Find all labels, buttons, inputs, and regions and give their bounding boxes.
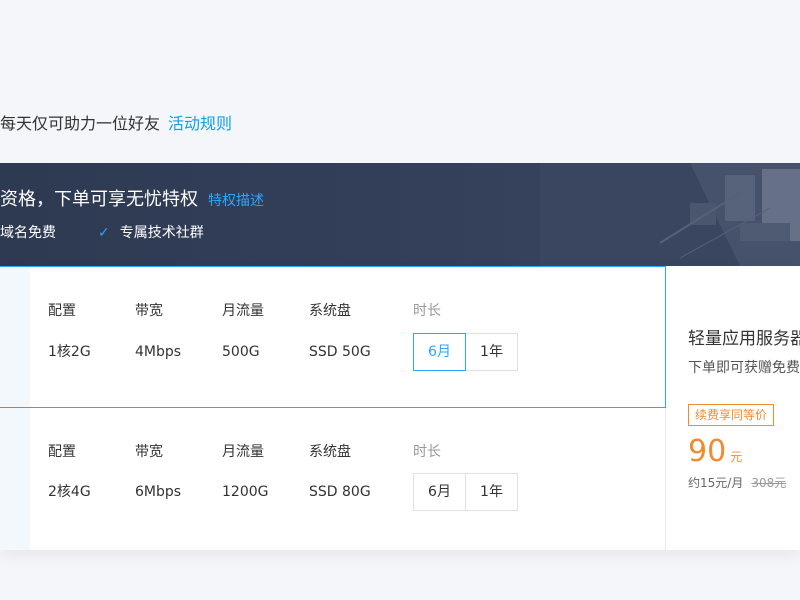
monthly-value: 约15元/月 [688,476,744,490]
bandwidth-value: 6Mbps [135,484,182,500]
disk-value: SSD 80G [309,484,371,500]
col-traffic: 月流量 [222,303,264,319]
price-unit: 元 [730,450,743,464]
banner-title: 资格，下单可享无忧特权 特权描述 [0,189,264,210]
original-price: 308元 [751,476,787,490]
col-config: 配置 [48,444,76,460]
col-duration: 时长 [413,303,441,319]
price-value: 90 [688,434,727,469]
config-value: 2核4G [48,484,91,500]
duration-6-month-button[interactable]: 6月 [413,473,466,511]
plans-card: 配置 带宽 月流量 系统盘 时长 1核2G 4Mbps 500G SSD 50G… [0,266,800,550]
perk-tech-community: ✓ 专属技术社群 [98,225,204,241]
duration-1-year-button[interactable]: 1年 [465,333,518,371]
plan-option-2[interactable]: 配置 带宽 月流量 系统盘 时长 2核4G 6Mbps 1200G SSD 80… [0,408,666,550]
price: 90 元 [688,434,742,470]
product-subtitle: 下单即可获赠免费 [688,360,800,376]
monthly-price: 约15元/月 308元 [688,474,786,491]
page: 每天仅可助力一位好友 活动规则 资格，下单可享无忧特权 特权描述 域名免费 ✓ 专属技… [0,0,800,600]
col-bandwidth: 带宽 [135,444,163,460]
col-bandwidth: 带宽 [135,303,163,319]
perk-free-domain: 域名免费 [0,225,56,241]
col-config: 配置 [48,303,76,319]
config-value: 1核2G [48,344,91,360]
col-disk: 系统盘 [309,444,351,460]
price-panel: 轻量应用服务器 下单即可获赠免费 续费享同等价 90 元 约15元/月 308元 [666,266,800,550]
privilege-banner: 资格，下单可享无忧特权 特权描述 域名免费 ✓ 专属技术社群 [0,163,800,266]
activity-rules-link[interactable]: 活动规则 [168,114,232,133]
duration-6-month-button[interactable]: 6月 [413,333,466,371]
col-duration: 时长 [413,444,441,460]
traffic-value: 1200G [222,484,269,500]
renewal-badge: 续费享同等价 [688,404,775,426]
banner-decoration-icon [540,163,800,266]
privilege-description-link[interactable]: 特权描述 [208,193,264,209]
col-disk: 系统盘 [309,303,351,319]
traffic-value: 500G [222,344,260,360]
notice-text: 每天仅可助力一位好友 [0,114,161,133]
plan-option-1[interactable]: 配置 带宽 月流量 系统盘 时长 1核2G 4Mbps 500G SSD 50G… [0,266,666,408]
product-title: 轻量应用服务器 [688,329,800,349]
col-traffic: 月流量 [222,444,264,460]
duration-1-year-button[interactable]: 1年 [465,473,518,511]
bandwidth-value: 4Mbps [135,344,182,360]
check-icon: ✓ [98,225,110,241]
assist-notice: 每天仅可助力一位好友 活动规则 [0,113,232,135]
disk-value: SSD 50G [309,344,371,360]
